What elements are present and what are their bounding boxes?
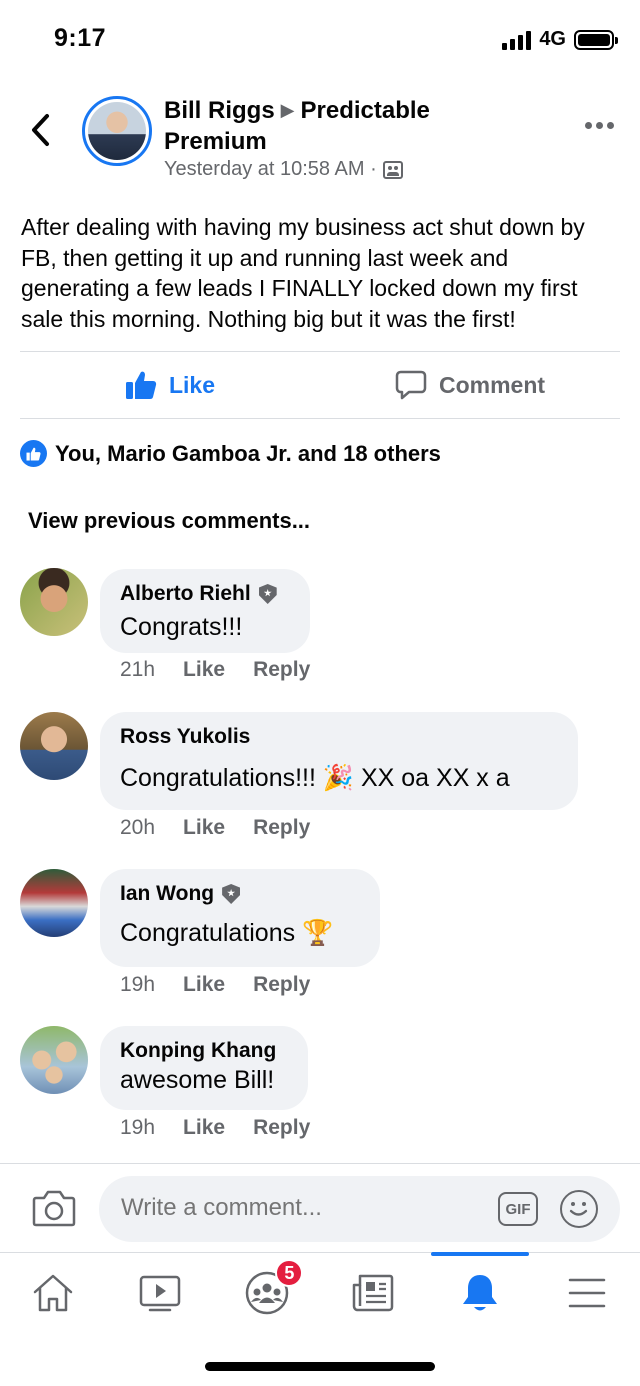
bell-icon	[463, 1274, 498, 1310]
camera-button[interactable]	[32, 1188, 76, 1228]
groups-notification-badge: 5	[275, 1259, 304, 1287]
post-action-bar: Like Comment	[20, 351, 620, 419]
gif-button[interactable]: GIF	[498, 1192, 538, 1226]
chevron-left-icon	[32, 114, 49, 146]
video-icon	[139, 1275, 181, 1311]
post-body: After dealing with having my business ac…	[21, 214, 585, 332]
battery-icon	[574, 29, 618, 50]
newspaper-icon	[353, 1274, 394, 1311]
comment-text: Congratulations!!! 🎉 XX oa XX x a	[120, 764, 510, 792]
comment-reply-button[interactable]: Reply	[253, 973, 310, 997]
status-icons: 4G	[502, 28, 618, 51]
post-timestamp[interactable]: Yesterday at 10:58 AM ·	[164, 158, 377, 181]
tab-groups[interactable]: 5	[213, 1253, 320, 1332]
comment-icon	[395, 370, 427, 400]
reactions-text: You, Mario Gamboa Jr. and 18 others	[55, 440, 441, 466]
comment-time[interactable]: 21h	[120, 658, 155, 682]
camera-icon	[32, 1190, 76, 1227]
comment-like-button[interactable]: Like	[183, 816, 225, 840]
commenter-name[interactable]: Alberto Riehl	[120, 581, 251, 607]
post-title: Bill Riggs ▶ Predictable Premium	[164, 96, 524, 156]
like-label: Like	[168, 371, 216, 398]
view-previous-comments-link[interactable]: View previous comments...	[28, 508, 310, 534]
commenter-name[interactable]: Ian Wong	[120, 881, 214, 907]
comment-like-button[interactable]: Like	[183, 973, 225, 997]
author-name[interactable]: Bill Riggs	[164, 97, 275, 124]
post-meta: Yesterday at 10:58 AM ·	[164, 158, 403, 181]
back-button[interactable]	[22, 108, 58, 152]
comment-time[interactable]: 20h	[120, 816, 155, 840]
comment-reply-button[interactable]: Reply	[253, 1116, 310, 1140]
commenter-avatar[interactable]	[20, 568, 88, 636]
post-header: Bill Riggs ▶ Predictable Premium Yesterday…	[0, 92, 640, 192]
comment-text: Congrats!!!	[120, 613, 243, 641]
group-members-icon	[382, 160, 403, 179]
comment-button[interactable]: Comment	[320, 352, 620, 418]
like-button[interactable]: Like	[20, 352, 320, 418]
comment-like-button[interactable]: Like	[183, 658, 225, 682]
home-indicator[interactable]	[205, 1362, 435, 1371]
home-icon	[34, 1274, 73, 1311]
commenter-avatar[interactable]	[20, 1026, 88, 1094]
emoji-button[interactable]	[560, 1190, 598, 1228]
status-bar: 9:17 4G	[0, 0, 640, 78]
comment-text: awesome Bill!	[120, 1066, 275, 1094]
like-reaction-icon	[20, 440, 47, 467]
comment-meta: 19h Like Reply	[120, 1116, 310, 1140]
comment-meta: 21h Like Reply	[120, 658, 310, 682]
signal-icon	[502, 30, 532, 50]
commenter-avatar[interactable]	[20, 869, 88, 937]
commenter-name[interactable]: Ross Yukolis	[120, 724, 250, 750]
tab-notifications[interactable]	[427, 1252, 534, 1332]
comment-input-wrapper[interactable]: GIF	[99, 1176, 620, 1242]
tab-news[interactable]	[320, 1253, 427, 1332]
comment-bubble[interactable]: Konping Khang awesome Bill!	[100, 1026, 308, 1110]
commenter-avatar[interactable]	[20, 712, 88, 780]
comment-time[interactable]: 19h	[120, 1116, 155, 1140]
bottom-tab-bar: 5	[0, 1252, 640, 1332]
reactions-summary[interactable]: You, Mario Gamboa Jr. and 18 others	[20, 440, 441, 467]
tab-menu[interactable]	[533, 1253, 640, 1332]
status-time: 9:17	[54, 24, 107, 52]
top-fan-badge-icon	[258, 584, 277, 604]
arrow-right-icon: ▶	[280, 100, 295, 120]
comment-time[interactable]: 19h	[120, 973, 155, 997]
comment-like-button[interactable]: Like	[183, 1116, 225, 1140]
tab-watch[interactable]	[107, 1253, 214, 1332]
top-fan-badge-icon	[222, 884, 241, 904]
comment-bubble[interactable]: Alberto Riehl Congrats!!!	[100, 569, 310, 653]
thumbs-up-icon	[125, 371, 157, 399]
tab-home[interactable]	[0, 1253, 107, 1332]
comment-bubble[interactable]: Ian Wong Congratulations 🏆	[100, 869, 380, 967]
hamburger-menu-icon	[568, 1278, 605, 1307]
comment-bubble[interactable]: Ross Yukolis Congratulations!!! 🎉 XX oa …	[100, 712, 578, 810]
comment-reply-button[interactable]: Reply	[253, 658, 310, 682]
comment-label: Comment	[438, 371, 546, 398]
comment-meta: 19h Like Reply	[120, 973, 310, 997]
comment-meta: 20h Like Reply	[120, 816, 310, 840]
comment-reply-button[interactable]: Reply	[253, 816, 310, 840]
comment-text: Congratulations 🏆	[120, 919, 334, 947]
author-avatar[interactable]	[82, 96, 152, 166]
commenter-name[interactable]: Konping Khang	[120, 1038, 276, 1064]
comment-input[interactable]	[121, 1194, 481, 1222]
comment-composer: GIF	[0, 1163, 640, 1253]
more-options-button[interactable]	[585, 122, 614, 129]
smiley-icon	[569, 1202, 588, 1216]
network-type: 4G	[539, 28, 566, 50]
